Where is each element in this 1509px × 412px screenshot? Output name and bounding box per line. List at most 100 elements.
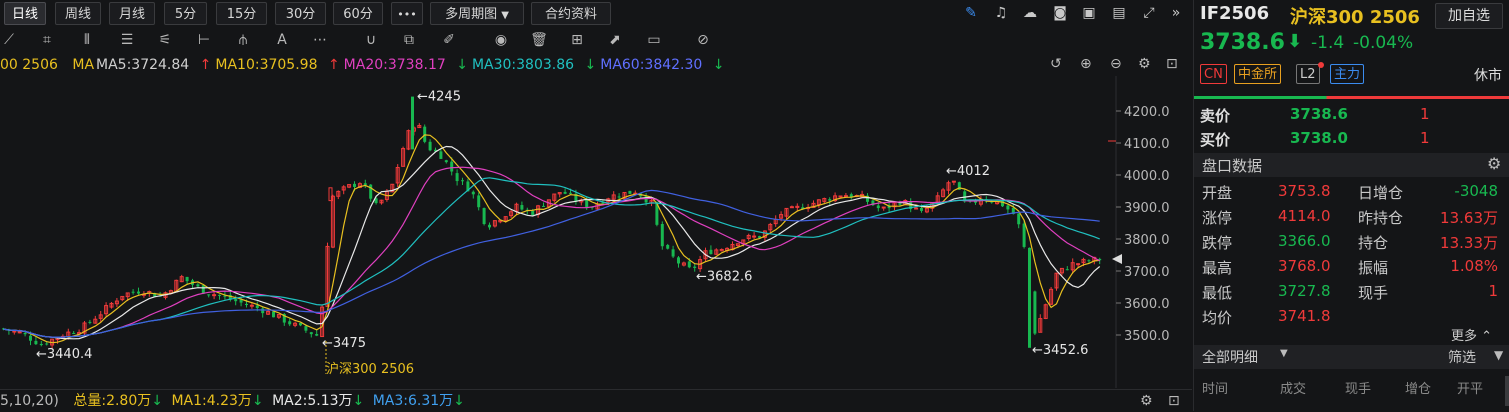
scrollbar[interactable] xyxy=(1505,376,1509,406)
col-oi-change: 增仓 xyxy=(1405,382,1432,397)
chart-controls: ↺ ⊕ ⊖ ⚙ ⊡ xyxy=(1050,56,1190,74)
contract-code: IF2506 xyxy=(1200,3,1270,24)
tab-5min[interactable]: 5分 xyxy=(164,2,207,25)
ma20-line xyxy=(3,166,1100,338)
chevron-down-icon[interactable]: ▼ xyxy=(1280,348,1288,359)
stat-label: 涨停 xyxy=(1202,209,1233,227)
eraser-icon[interactable]: ✐ xyxy=(440,31,458,49)
col-open-close: 开平 xyxy=(1457,382,1484,397)
trend-line-icon[interactable]: ⟋ xyxy=(0,31,18,49)
stat-value: 3741.8 xyxy=(1278,307,1331,325)
magnet-icon[interactable]: ∪ xyxy=(362,31,380,49)
candle-body xyxy=(212,294,217,297)
candle-body xyxy=(261,308,265,314)
tab-60min[interactable]: 60分 xyxy=(333,2,383,25)
tag-main: 主力 xyxy=(1330,64,1365,84)
candle-body xyxy=(428,141,432,151)
fullscreen-icon[interactable]: ⤢ xyxy=(1140,4,1158,22)
pitchfork-icon[interactable]: ⫛ xyxy=(234,31,252,49)
fan-icon[interactable]: ⚟ xyxy=(156,31,174,49)
price-annotations: ←4245 ←4012 ←3440.4 ←3475 ←3682.6 ←3452.6 xyxy=(36,90,1088,374)
tab-monthly[interactable]: 月线 xyxy=(109,2,155,25)
kline-chart[interactable]: 4200.0 4100.0 4000.0 3900.0 3800.0 3700.0 3600… xyxy=(0,76,1192,388)
candle-body xyxy=(482,208,486,224)
candle-body xyxy=(876,205,880,209)
candle-body xyxy=(288,321,292,325)
fib-icon[interactable]: ☰ xyxy=(118,31,136,49)
legend-ma10: MA10:3705.98 xyxy=(215,57,318,73)
arrow-down-icon: ↓ xyxy=(453,393,465,409)
detail-tab[interactable]: 全部明细 xyxy=(1202,347,1258,367)
more-link[interactable]: 更多 ⌃ xyxy=(1451,325,1492,344)
bid-label: 买价 xyxy=(1200,131,1231,149)
candle-body xyxy=(881,206,886,209)
more-tools-icon[interactable]: ⋯ xyxy=(311,31,329,49)
undo-icon[interactable]: ↺ xyxy=(1050,56,1062,72)
ma5-line xyxy=(3,134,1100,344)
stat-value: 3366.0 xyxy=(1278,232,1331,250)
add-watchlist-button[interactable]: 加自选 xyxy=(1435,3,1503,29)
candle-body xyxy=(444,160,448,163)
tab-weekly[interactable]: 周线 xyxy=(55,2,101,25)
bell-icon[interactable]: ♫ xyxy=(992,4,1010,22)
candle-body xyxy=(951,180,956,183)
candle-body xyxy=(628,190,632,194)
text-tool-icon[interactable]: A xyxy=(273,31,291,49)
candle-body xyxy=(563,191,567,194)
bid-volume: 1 xyxy=(1420,129,1430,147)
col-time: 时间 xyxy=(1202,382,1229,397)
section-header: 盘口数据 ⚙ xyxy=(1194,153,1509,177)
double-chevron-right-icon[interactable]: » xyxy=(1167,4,1185,22)
copy-icon[interactable]: ⧉ xyxy=(400,31,418,49)
y-tick-label: 4200.0 xyxy=(1124,105,1170,120)
collapse-icon[interactable]: ⊡ xyxy=(1168,390,1180,412)
tab-30min[interactable]: 30分 xyxy=(275,2,326,25)
tab-15min[interactable]: 15分 xyxy=(216,2,267,25)
settings-icon[interactable]: ⚙ xyxy=(1140,390,1153,412)
legend-ma30: MA30:3803.86 xyxy=(471,57,575,73)
stat-value: 4114.0 xyxy=(1278,207,1331,225)
arrow-up-icon: ↑ xyxy=(327,57,340,73)
candle-tool-icon[interactable]: ⫴ xyxy=(78,31,96,49)
candle-body xyxy=(353,183,356,187)
comment-icon[interactable]: ▭ xyxy=(645,31,663,49)
filter-icon[interactable]: ▼ xyxy=(1494,348,1503,362)
arrow-down-icon: ↓ xyxy=(151,393,163,409)
candle-body xyxy=(363,183,367,185)
candle-body xyxy=(218,294,221,296)
export-icon[interactable]: ⬈ xyxy=(606,31,624,49)
price-change-pct: -0.04% xyxy=(1353,33,1414,53)
arrow-up-icon: ↑ xyxy=(199,57,212,73)
legend-ma5: MA5:3724.84 xyxy=(96,57,190,73)
trash-icon[interactable]: 🗑 xyxy=(530,31,548,49)
zoom-out-icon[interactable]: ⊖ xyxy=(1110,56,1122,72)
vol-params: 5,10,20) xyxy=(0,393,59,409)
ma30-line xyxy=(3,177,1100,338)
tab-daily[interactable]: 日线 xyxy=(4,2,46,25)
candle-body xyxy=(914,207,919,210)
candle-body xyxy=(439,151,443,159)
reset-icon[interactable]: ⊡ xyxy=(1166,56,1178,72)
contract-info-button[interactable]: 合约资料 xyxy=(531,2,611,25)
camera-icon[interactable]: ◙ xyxy=(1051,4,1069,22)
candle-body xyxy=(207,294,211,296)
crop-icon[interactable]: ⌗ xyxy=(38,31,56,49)
filter-label[interactable]: 筛选 xyxy=(1448,347,1476,367)
measure-icon[interactable]: ⊢ xyxy=(195,31,213,49)
cloud-icon[interactable]: ☁ xyxy=(1021,4,1039,22)
settings-icon[interactable]: ⚙ xyxy=(1487,154,1501,173)
eye-icon[interactable]: ◉ xyxy=(492,31,510,49)
legend-ma20: MA20:3738.17 xyxy=(343,57,446,73)
ruler-icon[interactable]: ⊘ xyxy=(694,31,712,49)
ask-volume: 1 xyxy=(1420,105,1430,123)
pencil-icon[interactable]: ✎ xyxy=(962,4,980,22)
grid-icon[interactable]: ⊞ xyxy=(568,31,586,49)
zoom-in-icon[interactable]: ⊕ xyxy=(1080,56,1092,72)
multi-period-dropdown[interactable]: 多周期图 ▼ xyxy=(430,2,524,25)
candle-body xyxy=(450,161,454,172)
ma60-line xyxy=(3,189,1100,338)
monitor-icon[interactable]: ▤ xyxy=(1110,4,1128,22)
window-icon[interactable]: ▣ xyxy=(1080,4,1098,22)
more-periods-button[interactable]: ••• xyxy=(391,2,423,25)
settings-icon[interactable]: ⚙ xyxy=(1138,56,1151,72)
